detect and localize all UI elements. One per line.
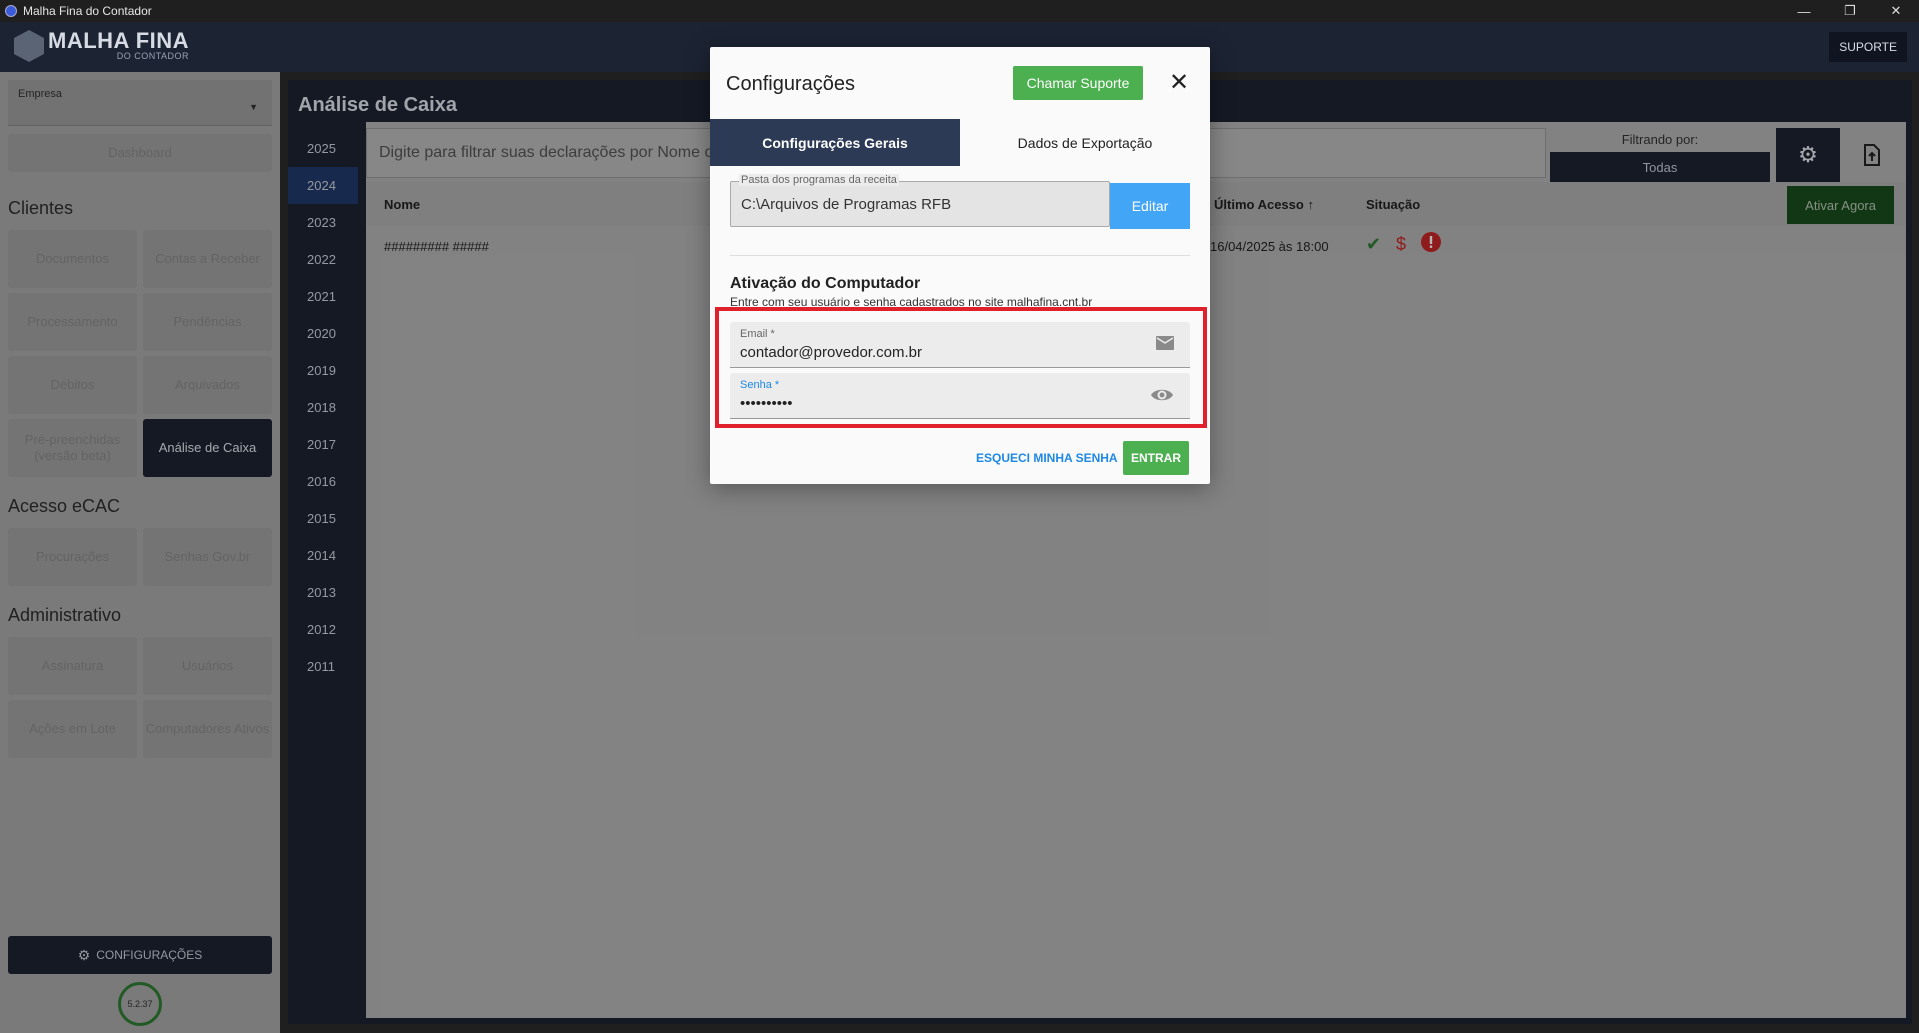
year-item[interactable]: 2017 bbox=[288, 426, 358, 463]
col-ultimo-acesso-label: Último Acesso bbox=[1214, 197, 1304, 212]
empresa-label: Empresa bbox=[18, 88, 63, 100]
col-ultimo-acesso[interactable]: Último Acesso ↑ bbox=[1214, 197, 1314, 212]
dropdown-caret-icon: ▼ bbox=[249, 102, 258, 112]
row-nome: ######### ##### bbox=[384, 239, 489, 254]
configuracoes-label: CONFIGURAÇÕES bbox=[96, 948, 203, 962]
sidebar-item-computadores-ativos[interactable]: Computadores Ativos bbox=[143, 700, 272, 758]
sidebar-item-assinatura[interactable]: Assinatura bbox=[8, 637, 137, 695]
empresa-select[interactable]: Empresa ▼ bbox=[8, 80, 272, 126]
ativacao-subtitle: Entre com seu usuário e senha cadastrado… bbox=[730, 295, 1093, 306]
upload-file-icon bbox=[1864, 144, 1880, 166]
year-item[interactable]: 2018 bbox=[288, 389, 358, 426]
support-button[interactable]: SUPORTE bbox=[1829, 32, 1907, 62]
year-item[interactable]: 2015 bbox=[288, 500, 358, 537]
sidebar-item-usuarios[interactable]: Usuários bbox=[143, 637, 272, 695]
ativar-agora-button[interactable]: Ativar Agora bbox=[1787, 186, 1894, 224]
minimize-icon[interactable]: — bbox=[1781, 0, 1827, 22]
sidebar: Empresa ▼ Dashboard Clientes Documentos … bbox=[0, 72, 280, 1033]
divider bbox=[730, 255, 1190, 256]
sidebar-item-senhas-gov[interactable]: Senhas Gov.br bbox=[143, 528, 272, 586]
clientes-heading: Clientes bbox=[8, 198, 74, 218]
pasta-label: Pasta dos programas da receita bbox=[739, 174, 899, 186]
close-icon[interactable]: ✕ bbox=[1162, 65, 1196, 99]
year-item[interactable]: 2013 bbox=[288, 574, 358, 611]
sidebar-item-processamento[interactable]: Processamento bbox=[8, 293, 137, 351]
window-titlebar: Malha Fina do Contador — ❐ ✕ bbox=[0, 0, 1919, 22]
col-situacao[interactable]: Situação bbox=[1366, 197, 1420, 212]
year-item[interactable]: 2021 bbox=[288, 278, 358, 315]
logo-shield-icon bbox=[14, 30, 44, 62]
sidebar-item-acoes-em-lote[interactable]: Ações em Lote bbox=[8, 700, 137, 758]
page-title: Análise de Caixa bbox=[298, 94, 457, 116]
pasta-field[interactable]: Pasta dos programas da receita C:\Arquiv… bbox=[730, 174, 1110, 227]
editar-button[interactable]: Editar bbox=[1110, 183, 1190, 229]
sidebar-item-pendencias[interactable]: Pendências bbox=[143, 293, 272, 351]
gear-icon: ⚙ bbox=[1798, 142, 1818, 167]
app-icon bbox=[5, 5, 17, 17]
upload-file-button[interactable] bbox=[1840, 128, 1904, 182]
year-item[interactable]: 2012 bbox=[288, 611, 358, 648]
gear-icon: ⚙ bbox=[77, 946, 91, 963]
sort-arrow-up-icon: ↑ bbox=[1307, 197, 1314, 212]
check-icon: ✔ bbox=[1366, 234, 1382, 254]
logo-text: MALHA FINA bbox=[48, 28, 190, 53]
tab-dados-de-exportacao[interactable]: Dados de Exportação bbox=[960, 119, 1210, 166]
year-item[interactable]: 2014 bbox=[288, 537, 358, 574]
year-item[interactable]: 2025 bbox=[288, 130, 358, 167]
ativacao-title: Ativação do Computador bbox=[730, 275, 921, 292]
sidebar-item-arquivados[interactable]: Arquivados bbox=[143, 356, 272, 414]
col-nome[interactable]: Nome bbox=[384, 197, 420, 212]
dollar-off-icon: $ bbox=[1396, 234, 1407, 254]
sidebar-item-analise-de-caixa[interactable]: Análise de Caixa bbox=[143, 419, 272, 477]
year-item[interactable]: 2023 bbox=[288, 204, 358, 241]
row-ultimo-acesso: 16/04/2025 às 18:00 bbox=[1210, 239, 1329, 254]
version-badge: 5.2.37 bbox=[118, 982, 162, 1026]
error-icon bbox=[1421, 232, 1441, 257]
year-item[interactable]: 2020 bbox=[288, 315, 358, 352]
sidebar-item-contas-a-receber[interactable]: Contas a Receber bbox=[143, 230, 272, 288]
sidebar-item-procuracoes[interactable]: Procurações bbox=[8, 528, 137, 586]
sidebar-item-documentos[interactable]: Documentos bbox=[8, 230, 137, 288]
dialog-title: Configurações bbox=[726, 73, 855, 95]
highlight-box bbox=[715, 307, 1207, 428]
dashboard-button[interactable]: Dashboard bbox=[8, 134, 272, 172]
close-window-icon[interactable]: ✕ bbox=[1873, 0, 1919, 22]
ecac-heading: Acesso eCAC bbox=[8, 496, 121, 516]
chamar-suporte-button[interactable]: Chamar Suporte bbox=[1013, 66, 1143, 100]
entrar-button[interactable]: ENTRAR bbox=[1123, 441, 1189, 475]
tab-configuracoes-gerais[interactable]: Configurações Gerais bbox=[710, 119, 960, 166]
year-item[interactable]: 2019 bbox=[288, 352, 358, 389]
year-list: 2025 2024 2023 2022 2021 2020 2019 2018 … bbox=[288, 130, 358, 685]
window-title: Malha Fina do Contador bbox=[23, 4, 152, 18]
forgot-password-link[interactable]: ESQUECI MINHA SENHA bbox=[976, 451, 1118, 465]
configuracoes-button[interactable]: ⚙ CONFIGURAÇÕES bbox=[8, 936, 272, 974]
restore-icon[interactable]: ❐ bbox=[1827, 0, 1873, 22]
logo: MALHA FINA DO CONTADOR bbox=[14, 30, 189, 62]
year-item-active[interactable]: 2024 bbox=[288, 167, 358, 204]
filtrando-select[interactable]: Todas bbox=[1550, 152, 1770, 182]
year-item[interactable]: 2022 bbox=[288, 241, 358, 278]
settings-button[interactable]: ⚙ bbox=[1776, 128, 1840, 182]
pasta-value: C:\Arquivos de Programas RFB bbox=[741, 196, 952, 213]
sidebar-item-pre-preenchidas[interactable]: Pré-preenchidas (versão beta) bbox=[8, 419, 137, 477]
year-item[interactable]: 2016 bbox=[288, 463, 358, 500]
year-item[interactable]: 2011 bbox=[288, 648, 358, 685]
configuracoes-dialog: Configurações Chamar Suporte ✕ Configura… bbox=[710, 47, 1210, 484]
filtrando-label: Filtrando por: bbox=[1621, 132, 1699, 147]
admin-heading: Administrativo bbox=[8, 605, 122, 625]
window-controls: — ❐ ✕ bbox=[1781, 0, 1919, 22]
sidebar-item-debitos[interactable]: Débitos bbox=[8, 356, 137, 414]
